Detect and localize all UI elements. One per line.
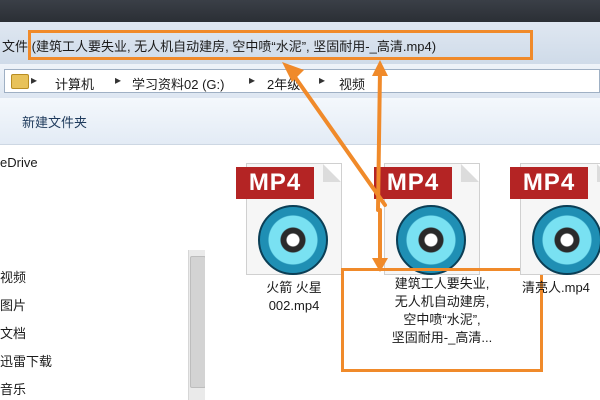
annotation-arrows (282, 60, 388, 272)
arrowhead-icon (372, 258, 388, 272)
arrowhead-icon (282, 62, 304, 82)
arrow-to-title (288, 68, 387, 207)
arrow-to-title-2 (376, 68, 382, 212)
arrowhead-icon (372, 60, 388, 76)
